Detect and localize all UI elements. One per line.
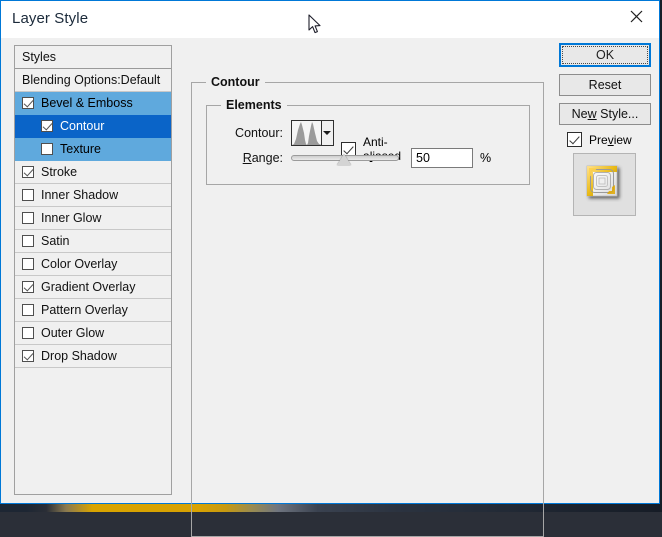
checkbox-inner-glow[interactable] (22, 212, 34, 224)
preview-label: Preview (589, 132, 632, 147)
sidebar-item-stroke[interactable]: Stroke (15, 161, 171, 184)
sidebar-item-drop-shadow[interactable]: Drop Shadow (15, 345, 171, 368)
contour-picker[interactable] (291, 120, 334, 146)
range-percent-label: % (480, 151, 492, 165)
checkbox-outer-glow[interactable] (22, 327, 34, 339)
range-slider[interactable] (291, 148, 399, 168)
sidebar-item-outer-glow[interactable]: Outer Glow (15, 322, 171, 345)
ok-button[interactable]: OK (559, 43, 651, 67)
checkbox-contour[interactable] (41, 120, 53, 132)
range-field-row: Range: 50 % (221, 148, 491, 168)
checkbox-gradient-overlay[interactable] (22, 281, 34, 293)
styles-header-label: Styles (22, 50, 57, 64)
sidebar-item-satin[interactable]: Satin (15, 230, 171, 253)
sidebar-item-inner-shadow[interactable]: Inner Shadow (15, 184, 171, 207)
contour-field-row: Contour: Anti- (221, 120, 401, 163)
sidebar-item-bevel-and-emboss[interactable]: Bevel & Emboss (15, 92, 171, 115)
sidebar-item-inner-glow[interactable]: Inner Glow (15, 207, 171, 230)
layer-style-preview-thumbnail-icon (583, 163, 626, 206)
preview-checkbox-row[interactable]: Preview (567, 132, 651, 147)
sidebar-item-color-overlay[interactable]: Color Overlay (15, 253, 171, 276)
chevron-down-icon (323, 131, 332, 135)
dialog-body: Styles Blending Options:Default Bevel & … (1, 38, 659, 537)
sidebar-item-label: Contour (60, 119, 105, 133)
checkbox-color-overlay[interactable] (22, 258, 34, 270)
contour-dropdown-button[interactable] (320, 121, 333, 145)
elements-group-title: Elements (221, 98, 287, 112)
dialog-title: Layer Style (12, 10, 89, 27)
sidebar-item-label: Satin (41, 234, 70, 248)
checkbox-inner-shadow[interactable] (22, 189, 34, 201)
new-style-button[interactable]: New Style... (559, 103, 651, 125)
preview-thumbnail-frame (573, 153, 636, 216)
contour-curve-shape (292, 121, 321, 145)
sidebar-item-pattern-overlay[interactable]: Pattern Overlay (15, 299, 171, 322)
checkbox-stroke[interactable] (22, 166, 34, 178)
checkbox-texture[interactable] (41, 143, 53, 155)
sidebar-item-label: Color Overlay (41, 257, 118, 271)
dialog-titlebar: Layer Style (1, 1, 659, 38)
close-button[interactable] (613, 1, 659, 31)
preview-thumbnail-artwork (586, 165, 618, 197)
contour-field-label: Contour: (235, 126, 283, 140)
sidebar-item-label: Drop Shadow (41, 349, 117, 363)
styles-list-header[interactable]: Styles (15, 46, 171, 69)
sidebar-item-contour[interactable]: Contour (15, 115, 171, 138)
sidebar-item-label: Bevel & Emboss (41, 96, 133, 110)
sidebar-item-gradient-overlay[interactable]: Gradient Overlay (15, 276, 171, 299)
checkbox-satin[interactable] (22, 235, 34, 247)
reset-button[interactable]: Reset (559, 74, 651, 96)
contour-curve-preview-icon[interactable] (292, 121, 321, 145)
sidebar-item-label: Gradient Overlay (41, 280, 136, 294)
sidebar-item-label: Inner Shadow (41, 188, 119, 202)
sidebar-item-label: Stroke (41, 165, 78, 179)
checkbox-drop-shadow[interactable] (22, 350, 34, 362)
sidebar-item-texture[interactable]: Texture (15, 138, 171, 161)
sidebar-item-label: Pattern Overlay (41, 303, 128, 317)
blending-options-label: Blending Options:Default (22, 73, 161, 87)
layer-style-dialog: Layer Style Styles Blending Options:Defa… (0, 0, 660, 537)
sidebar-item-label: Inner Glow (41, 211, 102, 225)
dialog-button-column: OK Reset New Style... Preview (559, 43, 651, 216)
close-icon (630, 10, 642, 22)
sidebar-item-label: Texture (60, 142, 101, 156)
contour-settings-group: Contour Elements Contour: Anti- Range: 5… (191, 75, 544, 537)
elements-group: Elements Contour: Anti- Range: 50 % (206, 98, 530, 185)
range-field-label: Range: (242, 151, 283, 165)
styles-list[interactable]: Styles Blending Options:Default Bevel & … (14, 45, 172, 495)
checkbox-preview[interactable] (567, 132, 582, 147)
sidebar-item-label: Outer Glow (41, 326, 105, 340)
sidebar-item-blending-options[interactable]: Blending Options:Default (15, 69, 171, 92)
range-slider-thumb[interactable] (337, 154, 351, 165)
contour-group-title: Contour (206, 75, 265, 89)
range-value-input[interactable]: 50 (411, 148, 473, 168)
checkbox-bevel-and-emboss[interactable] (22, 97, 34, 109)
checkbox-pattern-overlay[interactable] (22, 304, 34, 316)
